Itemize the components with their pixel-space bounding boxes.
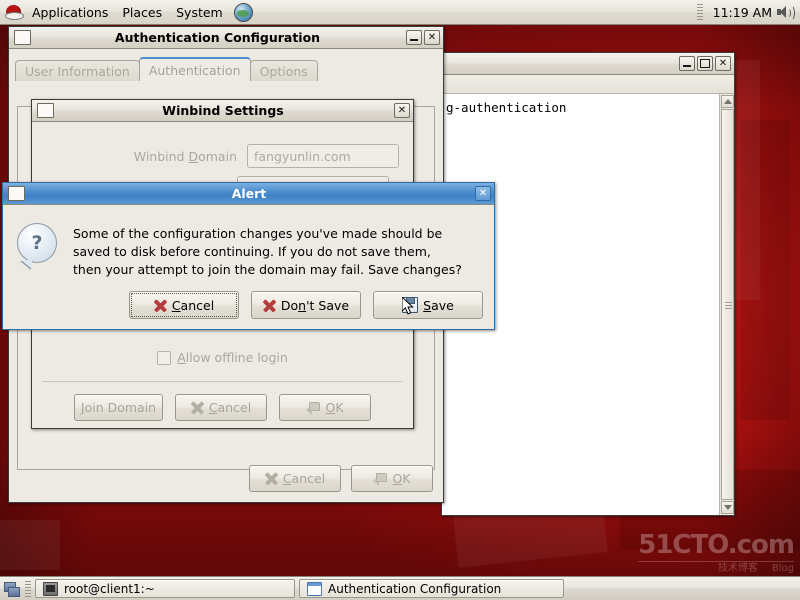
alert-content: ? Some of the configuration changes you'… <box>3 205 494 279</box>
auth-config-close-button[interactable]: ✕ <box>424 30 440 45</box>
taskbar-item-terminal-label: root@client1:~ <box>64 581 155 596</box>
winbind-offline-login-row: Allow offline login <box>32 350 413 365</box>
taskbar: root@client1:~ Authentication Configurat… <box>0 576 800 600</box>
winbind-ok-button[interactable]: OK <box>279 394 371 421</box>
cancel-x-icon <box>264 472 278 486</box>
auth-cancel-mnemonic: C <box>282 471 292 486</box>
show-desktop-icon[interactable] <box>3 580 21 598</box>
speaker-volume-icon[interactable] <box>776 4 795 21</box>
winbind-ok-label: K <box>335 400 344 415</box>
cancel-x-icon <box>262 298 276 312</box>
cancel-x-icon <box>153 298 167 312</box>
join-domain-button[interactable]: Join Domain <box>74 394 163 421</box>
alert-dialog[interactable]: Alert ✕ ? Some of the configuration chan… <box>2 182 495 330</box>
save-disk-icon <box>402 297 419 313</box>
web-browser-icon[interactable] <box>233 2 253 22</box>
alert-save-label: ave <box>431 297 454 313</box>
auth-config-cancel-button[interactable]: Cancel <box>249 465 341 492</box>
ok-enter-icon <box>306 401 321 415</box>
alert-close-button[interactable]: ✕ <box>475 186 491 201</box>
watermark-main-text: 51CTO.com <box>638 530 795 560</box>
allow-offline-login-label: Allow offline login <box>177 350 288 365</box>
scroll-up-arrow-icon[interactable] <box>721 95 734 108</box>
auth-config-tabstrip: User Information Authentication Options <box>9 57 443 81</box>
winbind-titlebar[interactable]: Winbind Settings ✕ <box>32 100 413 122</box>
join-domain-label: oin Domain <box>84 400 157 415</box>
alert-cancel-button[interactable]: Cancel <box>129 291 239 319</box>
winbind-title: Winbind Settings <box>162 103 284 118</box>
terminal-titlebar[interactable]: ✕ <box>442 53 734 75</box>
taskbar-item-auth-config[interactable]: Authentication Configuration <box>299 579 564 598</box>
question-mark-icon: ? <box>17 223 57 263</box>
auth-config-ok-button[interactable]: OK <box>351 465 433 492</box>
taskbar-item-terminal[interactable]: root@client1:~ <box>35 579 295 598</box>
alert-action-area: Cancel Don't Save Save <box>129 291 483 319</box>
alert-window-menu-icon[interactable] <box>8 186 25 201</box>
winbind-separator <box>42 381 403 382</box>
alert-message-line-1: Some of the configuration changes you've… <box>73 226 443 241</box>
winbind-domain-row: Winbind Domain fangyunlin.com <box>32 143 413 169</box>
tab-user-information[interactable]: User Information <box>15 60 140 81</box>
watermark-sub-left: 技术博客 <box>717 563 758 574</box>
watermark: 51CTO.com 技术博客 Blog <box>638 530 795 574</box>
alert-save-button[interactable]: Save <box>373 291 483 319</box>
taskbar-item-auth-config-label: Authentication Configuration <box>328 581 502 596</box>
auth-cancel-label: ancel <box>291 471 326 486</box>
auth-ok-label: K <box>402 471 411 486</box>
top-panel: Applications Places System 11:19 AM <box>0 0 800 25</box>
auth-config-titlebar[interactable]: Authentication Configuration ✕ <box>9 27 443 49</box>
screen: 51CTO.com 技术博客 Blog Applications Places … <box>0 0 800 600</box>
terminal-close-button[interactable]: ✕ <box>715 56 731 71</box>
scroll-down-arrow-icon[interactable] <box>721 501 734 514</box>
window-icon <box>307 581 322 596</box>
auth-config-title: Authentication Configuration <box>114 30 321 45</box>
alert-titlebar[interactable]: Alert ✕ <box>3 183 494 205</box>
terminal-minimize-button[interactable] <box>679 56 695 71</box>
winbind-domain-label: Winbind Domain <box>133 148 237 164</box>
terminal-menubar[interactable] <box>442 75 734 94</box>
alert-message-line-2: saved to disk before continuing. If you … <box>73 244 431 259</box>
winbind-action-area: Join Domain Cancel OK <box>32 394 413 421</box>
window-menu-icon[interactable] <box>14 30 31 45</box>
terminal-output-line: g-authentication <box>446 100 567 115</box>
allow-offline-login-checkbox[interactable] <box>157 350 172 365</box>
menu-applications[interactable]: Applications <box>25 3 115 22</box>
panel-applet-grip[interactable] <box>696 4 703 20</box>
ok-enter-icon <box>373 472 388 486</box>
taskbar-grip[interactable] <box>25 580 31 597</box>
alert-cancel-label: ancel <box>180 297 215 313</box>
menu-system[interactable]: System <box>169 3 230 22</box>
watermark-sub-right: Blog <box>771 563 794 574</box>
alert-dont-save-label: 't Save <box>306 297 350 313</box>
alert-message: Some of the configuration changes you've… <box>73 223 462 279</box>
winbind-domain-input[interactable]: fangyunlin.com <box>247 144 399 168</box>
cancel-x-icon <box>190 401 204 415</box>
scroll-thumb[interactable] <box>721 109 734 500</box>
alert-dont-save-button[interactable]: Don't Save <box>251 291 361 319</box>
winbind-window-menu-icon[interactable] <box>37 103 54 118</box>
alert-message-line-3: then your attempt to join the domain may… <box>73 262 462 277</box>
tab-authentication[interactable]: Authentication <box>138 57 251 81</box>
menu-places[interactable]: Places <box>115 3 169 22</box>
redhat-logo-icon[interactable] <box>5 4 24 20</box>
auth-config-action-area: Cancel OK <box>249 465 433 492</box>
clock-label[interactable]: 11:19 AM <box>709 5 776 20</box>
auth-ok-mnemonic: O <box>392 471 403 486</box>
tab-options[interactable]: Options <box>249 60 318 81</box>
auth-config-minimize-button[interactable] <box>406 30 422 45</box>
alert-title: Alert <box>231 186 267 201</box>
winbind-cancel-button[interactable]: Cancel <box>175 394 267 421</box>
winbind-cancel-label: ancel <box>217 400 252 415</box>
winbind-close-button[interactable]: ✕ <box>394 103 410 118</box>
terminal-scrollbar[interactable] <box>719 94 734 515</box>
terminal-maximize-button[interactable] <box>697 56 713 71</box>
terminal-icon <box>43 581 58 596</box>
